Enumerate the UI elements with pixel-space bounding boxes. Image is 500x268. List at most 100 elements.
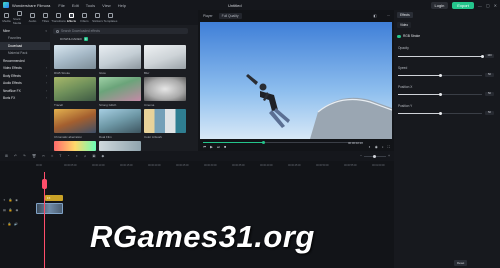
effect-thumb-rgb-stroke[interactable] [54,45,96,69]
zoom-out-icon[interactable]: − [360,154,362,158]
tool-audio[interactable]: Audio [26,10,39,25]
lock-icon[interactable]: 🔒 [8,222,12,226]
redo-icon[interactable]: ↷ [23,154,26,158]
eye-icon[interactable]: ◉ [15,198,18,202]
snapshot-icon[interactable]: ◧ [373,14,376,18]
effect-thumb-glow[interactable] [99,45,141,69]
tool-media[interactable]: Media [0,10,13,25]
more-options-icon[interactable]: ⋯ [387,14,390,18]
sidebar-item-newblue-fx[interactable]: NewBlue FX › [0,87,50,95]
previous-frame-icon[interactable]: ⏮ [203,145,206,149]
slider-knob[interactable] [438,112,442,115]
effect-thumb-dual-film[interactable] [99,109,141,133]
effect-thumb-blur[interactable] [144,45,186,69]
effect-thumb-partial[interactable] [99,141,141,151]
search-input[interactable]: Search Downloaded effects [53,28,188,34]
next-frame-icon[interactable]: ⏭ [217,145,220,149]
media-toolbar: Media Stock Media Audio Titles Transitio… [0,10,198,25]
sidebar-item-body-effects[interactable]: Body Effects › [0,72,50,80]
zoom-knob[interactable] [372,154,376,158]
timeline-ruler[interactable]: 00:00 00:00:05:00 00:00:10:00 00:00:15:00 00… [0,161,394,172]
maximize-button[interactable]: ▢ [486,3,490,8]
speed-icon[interactable]: ◔ [67,154,69,158]
effect-thumb-chromatic-aberration[interactable] [54,109,96,133]
color-icon[interactable]: ◑ [75,154,77,158]
green-screen-icon[interactable]: ▣ [92,154,95,158]
position-y-slider[interactable] [398,112,482,115]
menu-view[interactable]: View [102,3,111,8]
opacity-value[interactable]: 100 [485,54,494,58]
tool-stickers[interactable]: Stickers [91,10,104,25]
effect-thumb-cinema[interactable] [144,77,186,101]
reset-button[interactable]: Reset [454,260,468,266]
position-y-value[interactable]: 50 [485,111,494,115]
stop-icon[interactable]: ■ [224,145,226,149]
delete-icon[interactable]: 🗑 [32,154,36,158]
video-clip[interactable] [36,203,63,214]
effect-thumb-tracell[interactable] [54,77,96,101]
split-screen-icon[interactable]: ⊞ [5,154,8,158]
keyframe-icon[interactable]: ◆ [102,154,105,158]
menu-help[interactable]: Help [118,3,126,8]
tab-video[interactable]: Video [397,22,412,28]
lock-icon[interactable]: 🔒 [9,198,13,202]
video-track-header: ▤ 🔒 ◉ [0,204,33,216]
export-button[interactable]: Export [452,1,474,9]
playhead-handle[interactable] [42,179,47,189]
camera-icon[interactable]: ◉ [375,145,378,149]
lock-icon[interactable]: 🔒 [9,208,13,212]
minimize-button[interactable]: — [478,3,482,8]
tool-transitions[interactable]: Transitions [51,10,66,25]
progress-knob[interactable] [262,141,266,144]
slider-knob[interactable] [480,55,484,58]
sidebar-item-video-effects[interactable]: Video Effects › [0,65,50,73]
play-icon[interactable]: ▶ [210,145,213,149]
eye-icon[interactable]: ◉ [16,208,19,212]
undo-icon[interactable]: ↶ [14,154,17,158]
tab-effects[interactable]: Effects [397,12,413,18]
position-x-value[interactable]: 50 [485,92,494,96]
fullscreen-icon[interactable]: ⛶ [388,145,390,149]
login-button[interactable]: Login [430,1,449,9]
player-tab[interactable]: Player [203,14,213,18]
sidebar-item-download[interactable]: Download [0,42,50,50]
slider-knob[interactable] [438,74,442,77]
zoom-slider[interactable] [363,154,386,158]
zoom-in-icon[interactable]: + [388,154,390,158]
opacity-slider[interactable] [398,55,484,58]
text-icon[interactable]: T [59,154,61,158]
menu-edit[interactable]: Edit [72,3,79,8]
sidebar-item-mine[interactable]: Mine ▾ [0,27,50,35]
sidebar-item-boris-fx[interactable]: Boris FX › [0,95,50,103]
effect-thumb-partial[interactable] [54,141,96,151]
effect-toggle[interactable] [397,34,401,38]
playback-progress[interactable] [203,141,363,144]
quality-dropdown[interactable]: Full Quality [218,12,242,19]
cut-icon[interactable]: ✂ [42,154,45,158]
menu-tools[interactable]: Tools [86,3,95,8]
sidebar-item-material-pack[interactable]: Material Pack [0,50,50,58]
close-button[interactable]: ✕ [494,3,497,8]
tool-titles[interactable]: Titles [39,10,52,25]
speed-slider[interactable] [398,74,482,77]
tool-templates[interactable]: Templates [104,10,117,25]
tool-stock-media[interactable]: Stock Media [13,10,26,25]
volume-icon[interactable]: ♪ [382,145,384,149]
audio-detach-icon[interactable]: ♫ [84,154,87,158]
effect-clip[interactable]: FX [45,195,63,201]
tool-effects[interactable]: Effects [65,10,78,25]
position-x-slider[interactable] [398,93,482,96]
mute-icon[interactable]: 🔊 [14,222,18,226]
speed-value[interactable]: 50 [485,73,494,77]
sidebar-item-recommended[interactable]: Recommended [0,57,50,65]
sidebar-item-audio-effects[interactable]: Audio Effects › [0,80,50,88]
video-preview[interactable] [200,22,392,139]
menu-file[interactable]: File [58,3,64,8]
crop-icon[interactable]: ⌗ [51,154,53,158]
sidebar-item-favorites[interactable]: Favorites [0,35,50,43]
slider-knob[interactable] [438,93,442,96]
effect-thumb-color-artwork[interactable] [144,109,186,133]
render-icon[interactable]: ◐ [369,145,371,149]
tool-filters[interactable]: Filters [78,10,91,25]
effect-thumb-strong-glitch[interactable] [99,77,141,101]
